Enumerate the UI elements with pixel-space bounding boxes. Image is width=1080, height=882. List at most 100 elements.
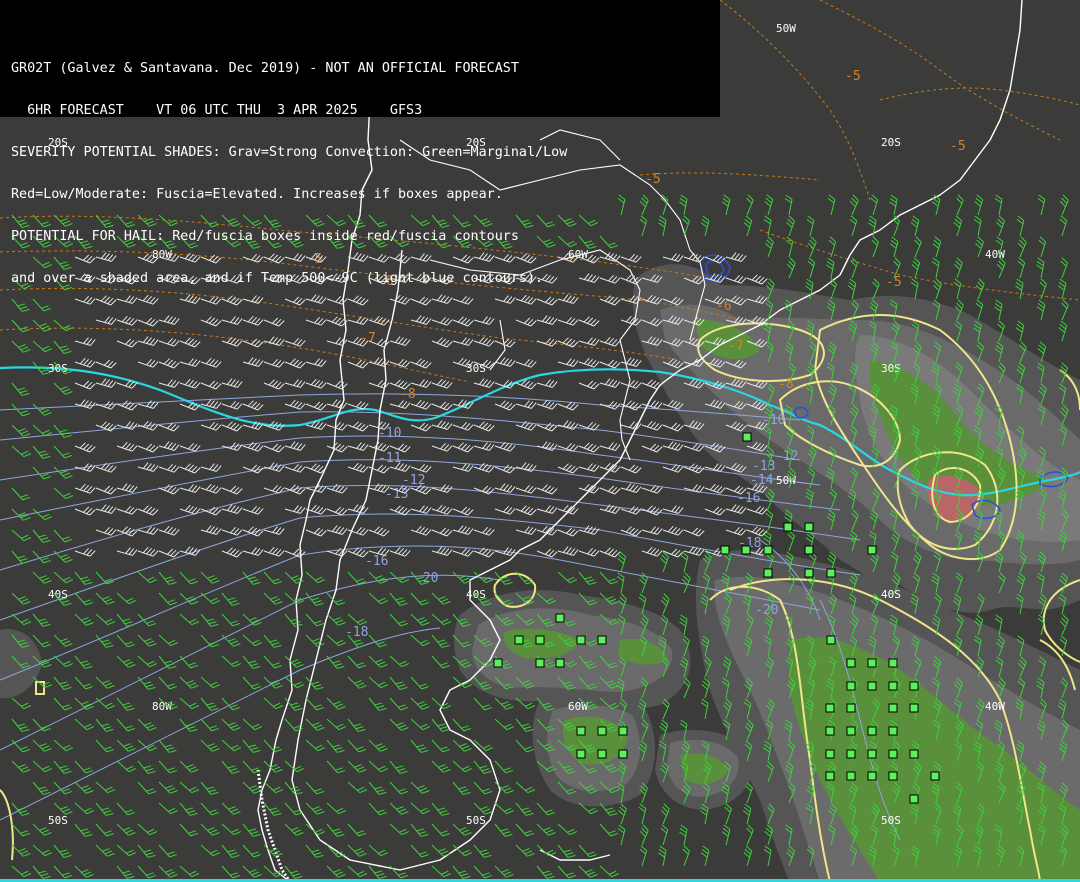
wind-barb [1037,194,1046,216]
wind-barb [431,442,453,452]
wind-barb [95,504,117,514]
wind-barb [179,865,200,878]
hail-box [576,726,586,736]
wind-barb [137,336,159,346]
wind-barb [473,844,492,858]
wind-barb [179,358,201,367]
wind-barb [221,613,241,627]
wind-barb [305,378,327,389]
wind-barb [578,316,600,327]
wind-barb [578,463,600,472]
wind-barb [116,865,135,879]
wind-barb [242,844,262,858]
wind-barb [53,571,74,584]
hail-box [888,658,898,668]
wind-barb [221,865,241,879]
wind-barb [242,655,261,669]
hail-box [846,726,856,736]
wind-barb [221,378,243,388]
wind-barb [827,194,836,216]
wind-barb [641,505,663,516]
wind-barb [221,802,241,815]
wind-barb [764,194,774,216]
wind-barb [179,781,200,794]
wind-barb [158,337,180,347]
wind-barb [494,483,516,493]
wind-barb [721,824,731,846]
wind-barb [158,676,178,690]
wind-barb [11,487,31,501]
wind-barb [914,236,922,258]
wind-barb [11,424,31,437]
t500-label: -13 [752,459,775,474]
wind-barb [263,571,283,585]
wind-barb [11,592,31,605]
wind-barb [617,824,626,846]
wind-barb [305,316,327,326]
wind-barb [347,760,367,773]
wind-barb [473,526,495,536]
wind-barb [368,697,387,711]
wind-barb [11,340,31,353]
wind-barb [368,592,389,605]
hail-box [597,749,607,759]
wind-barb [347,781,368,794]
wind-barb [847,278,857,300]
wind-barb [137,571,158,584]
wind-barb [221,336,243,347]
wind-barb [599,442,621,451]
header-line-2: 6HR FORECAST VT 06 UTC THU 3 APR 2025 GF… [11,104,423,118]
wind-barb [32,739,52,752]
hail-box [741,545,751,555]
wind-barb [578,380,600,390]
hail-box [867,681,877,691]
wind-barb [557,316,579,326]
hail-box [597,726,607,736]
wind-barb [347,504,369,514]
hail-box [555,658,565,668]
wind-barb [536,399,558,410]
wind-barb [1059,215,1068,237]
hail-box [888,726,898,736]
wind-barb [95,462,117,473]
wind-barb [557,358,579,367]
wind-barb [74,697,94,710]
hail-box [867,726,877,736]
wind-barb [263,802,282,816]
wind-barb [74,442,96,453]
hail-box [909,794,919,804]
wind-barb [578,357,600,368]
wind-barb [660,824,669,846]
hail-box [826,568,836,578]
wind-barb [557,844,576,858]
wind-barb [910,215,920,237]
wind-barb [452,760,473,773]
wind-barb [32,844,53,857]
wind-barb [599,547,621,558]
wind-barb [11,382,30,396]
wind-barb [431,613,452,626]
hail-box [763,568,773,578]
t500-label: -20 [755,603,778,618]
wind-barb [662,525,684,536]
wind-barb [305,358,327,367]
hail-box [804,545,814,555]
wind-barb [1036,299,1046,321]
wind-barb [32,466,52,480]
wind-barb [536,823,556,836]
t850-label: -8 [778,377,794,392]
t850-label: -5 [845,69,861,84]
wind-barb [326,380,348,390]
label-40w-bottom: 40W [985,700,1005,713]
wind-barb [242,823,261,837]
wind-barb [326,823,345,837]
wind-barb [53,739,74,752]
wind-barb [975,278,985,300]
wind-barb [305,527,327,537]
wind-barb [95,592,115,605]
wind-barb [221,655,242,668]
wind-barb [242,441,264,452]
wind-barb [557,463,579,474]
wind-barb [116,823,136,836]
severity-shading [0,264,1080,882]
